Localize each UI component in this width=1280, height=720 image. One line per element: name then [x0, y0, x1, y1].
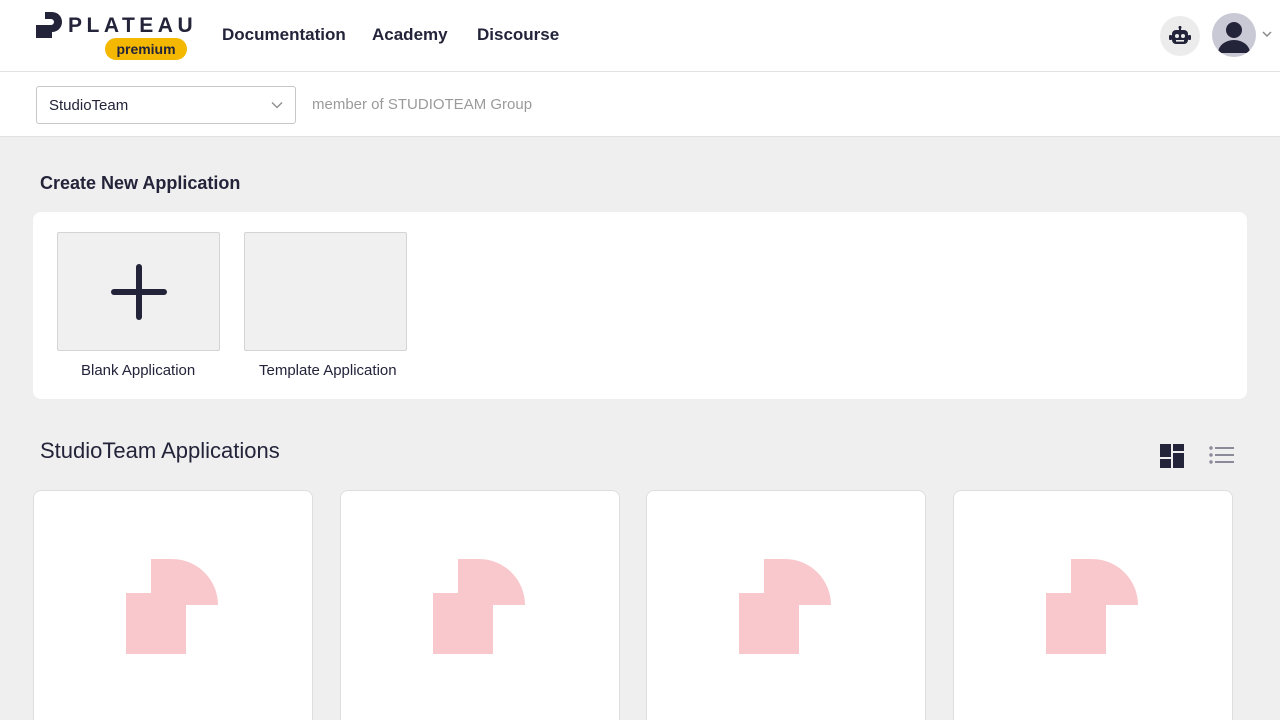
create-panel: Blank Application Template Application — [33, 212, 1247, 399]
premium-badge: premium — [105, 38, 187, 60]
plus-icon — [111, 264, 167, 320]
top-navbar: PLATEAU premium Documentation Academy Di… — [0, 0, 1280, 72]
plateau-logo-placeholder-icon — [433, 559, 525, 654]
robot-icon — [1169, 26, 1191, 44]
blank-application-label[interactable]: Blank Application — [81, 362, 195, 379]
blank-application-tile[interactable] — [57, 232, 220, 351]
template-application-tile[interactable] — [244, 232, 407, 351]
membership-text: member of STUDIOTEAM Group — [312, 96, 533, 113]
application-card[interactable] — [646, 490, 926, 720]
plateau-logo-mark — [36, 12, 62, 38]
application-card[interactable] — [953, 490, 1233, 720]
template-application-label[interactable]: Template Application — [259, 362, 397, 379]
logo-wordmark: PLATEAU — [68, 14, 198, 37]
chevron-down-icon — [271, 102, 283, 109]
application-card[interactable] — [33, 490, 313, 720]
team-selector-bar: StudioTeam member of STUDIOTEAM Group — [0, 72, 1280, 137]
plateau-logo-placeholder-icon — [1046, 559, 1138, 654]
plateau-logo-placeholder-icon — [126, 559, 218, 654]
user-avatar-icon — [1218, 22, 1250, 53]
assistant-button[interactable] — [1160, 16, 1200, 56]
plateau-logo[interactable]: PLATEAU premium — [36, 12, 193, 62]
chevron-down-icon[interactable] — [1262, 30, 1272, 38]
nav-documentation[interactable]: Documentation — [222, 25, 346, 45]
create-section-title: Create New Application — [40, 173, 241, 193]
application-card[interactable] — [340, 490, 620, 720]
team-select[interactable]: StudioTeam — [36, 86, 296, 124]
apps-section-title: StudioTeam Applications — [40, 438, 280, 463]
nav-discourse[interactable]: Discourse — [477, 25, 559, 45]
list-view-icon[interactable] — [1209, 444, 1234, 468]
team-select-value: StudioTeam — [49, 97, 129, 114]
plateau-logo-placeholder-icon — [739, 559, 831, 654]
grid-view-icon[interactable] — [1160, 444, 1184, 468]
user-avatar[interactable] — [1212, 13, 1256, 57]
nav-academy[interactable]: Academy — [372, 25, 448, 45]
